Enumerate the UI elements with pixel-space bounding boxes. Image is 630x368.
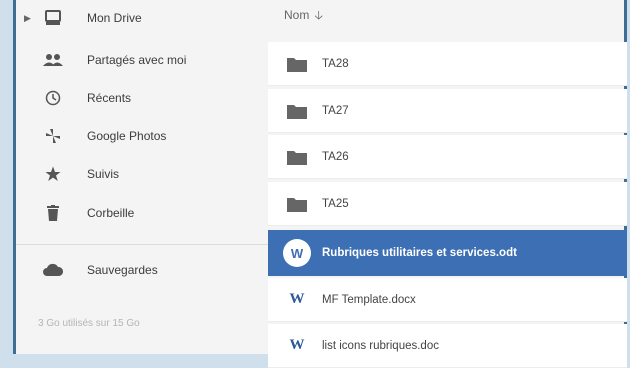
file-name: TA25 [322, 197, 349, 210]
sidebar-item-google-photos[interactable]: Google Photos [16, 118, 268, 154]
sidebar-item-label: Récents [87, 91, 132, 105]
folder-icon [286, 100, 308, 122]
storage-usage: 3 Go utilisés sur 15 Go [38, 318, 140, 329]
sidebar-item-my-drive[interactable]: ▶ Mon Drive [16, 0, 268, 36]
shared-people-icon [42, 49, 64, 71]
sidebar-item-shared[interactable]: Partagés avec moi [16, 42, 268, 78]
sidebar-divider [16, 244, 268, 245]
folder-icon [286, 53, 308, 75]
sidebar-item-recent[interactable]: Récents [16, 80, 268, 116]
file-row[interactable]: TA28 [268, 42, 627, 86]
sidebar-item-label: Mon Drive [87, 11, 142, 25]
file-name: TA27 [322, 104, 349, 117]
sort-by-name-header[interactable]: Nom 🡣 [284, 6, 323, 27]
file-row[interactable]: W MF Template.docx [268, 278, 627, 322]
file-row[interactable]: TA26 [268, 135, 627, 179]
star-icon [42, 163, 64, 185]
folder-icon [286, 146, 308, 168]
sidebar: ▶ Mon Drive Partagés avec moi Récents Go… [16, 0, 268, 354]
word-icon: W [282, 238, 312, 268]
folder-icon [286, 193, 308, 215]
file-name: TA28 [322, 57, 349, 70]
trash-icon [42, 202, 64, 224]
expand-caret-icon[interactable]: ▶ [24, 13, 31, 24]
file-row[interactable]: TA27 [268, 89, 627, 133]
file-name: Rubriques utilitaires et services.odt [322, 247, 517, 259]
clock-icon [42, 87, 64, 109]
sidebar-item-label: Partagés avec moi [87, 53, 187, 67]
word-icon: W [289, 337, 305, 353]
sidebar-item-label: Google Photos [87, 129, 167, 143]
file-name: MF Template.docx [322, 293, 416, 306]
sidebar-item-label: Corbeille [87, 206, 135, 220]
drive-icon [42, 7, 64, 29]
file-row-selected[interactable]: W Rubriques utilitaires et services.odt [268, 230, 627, 276]
cloud-icon [42, 259, 64, 281]
sidebar-item-starred[interactable]: Suivis [16, 156, 268, 192]
file-row[interactable]: TA25 [268, 182, 627, 226]
sidebar-item-trash[interactable]: Corbeille [16, 195, 268, 231]
file-row[interactable]: W list icons rubriques.doc [268, 324, 627, 368]
column-header-name: Nom [284, 8, 310, 22]
file-name: list icons rubriques.doc [322, 339, 439, 352]
file-name: TA26 [322, 150, 349, 163]
sidebar-item-label: Suivis [87, 167, 120, 181]
sidebar-item-backups[interactable]: Sauvegardes [16, 252, 268, 288]
pinwheel-icon [42, 125, 64, 147]
file-list: Nom 🡣 TA28 TA27 TA26 TA25 W Rubriques ut… [268, 0, 627, 368]
drive-window: ▶ Mon Drive Partagés avec moi Récents Go… [13, 0, 627, 368]
sidebar-item-label: Sauvegardes [87, 263, 158, 277]
sort-arrow-down-icon[interactable]: 🡣 [314, 8, 323, 22]
word-icon: W [289, 291, 305, 307]
